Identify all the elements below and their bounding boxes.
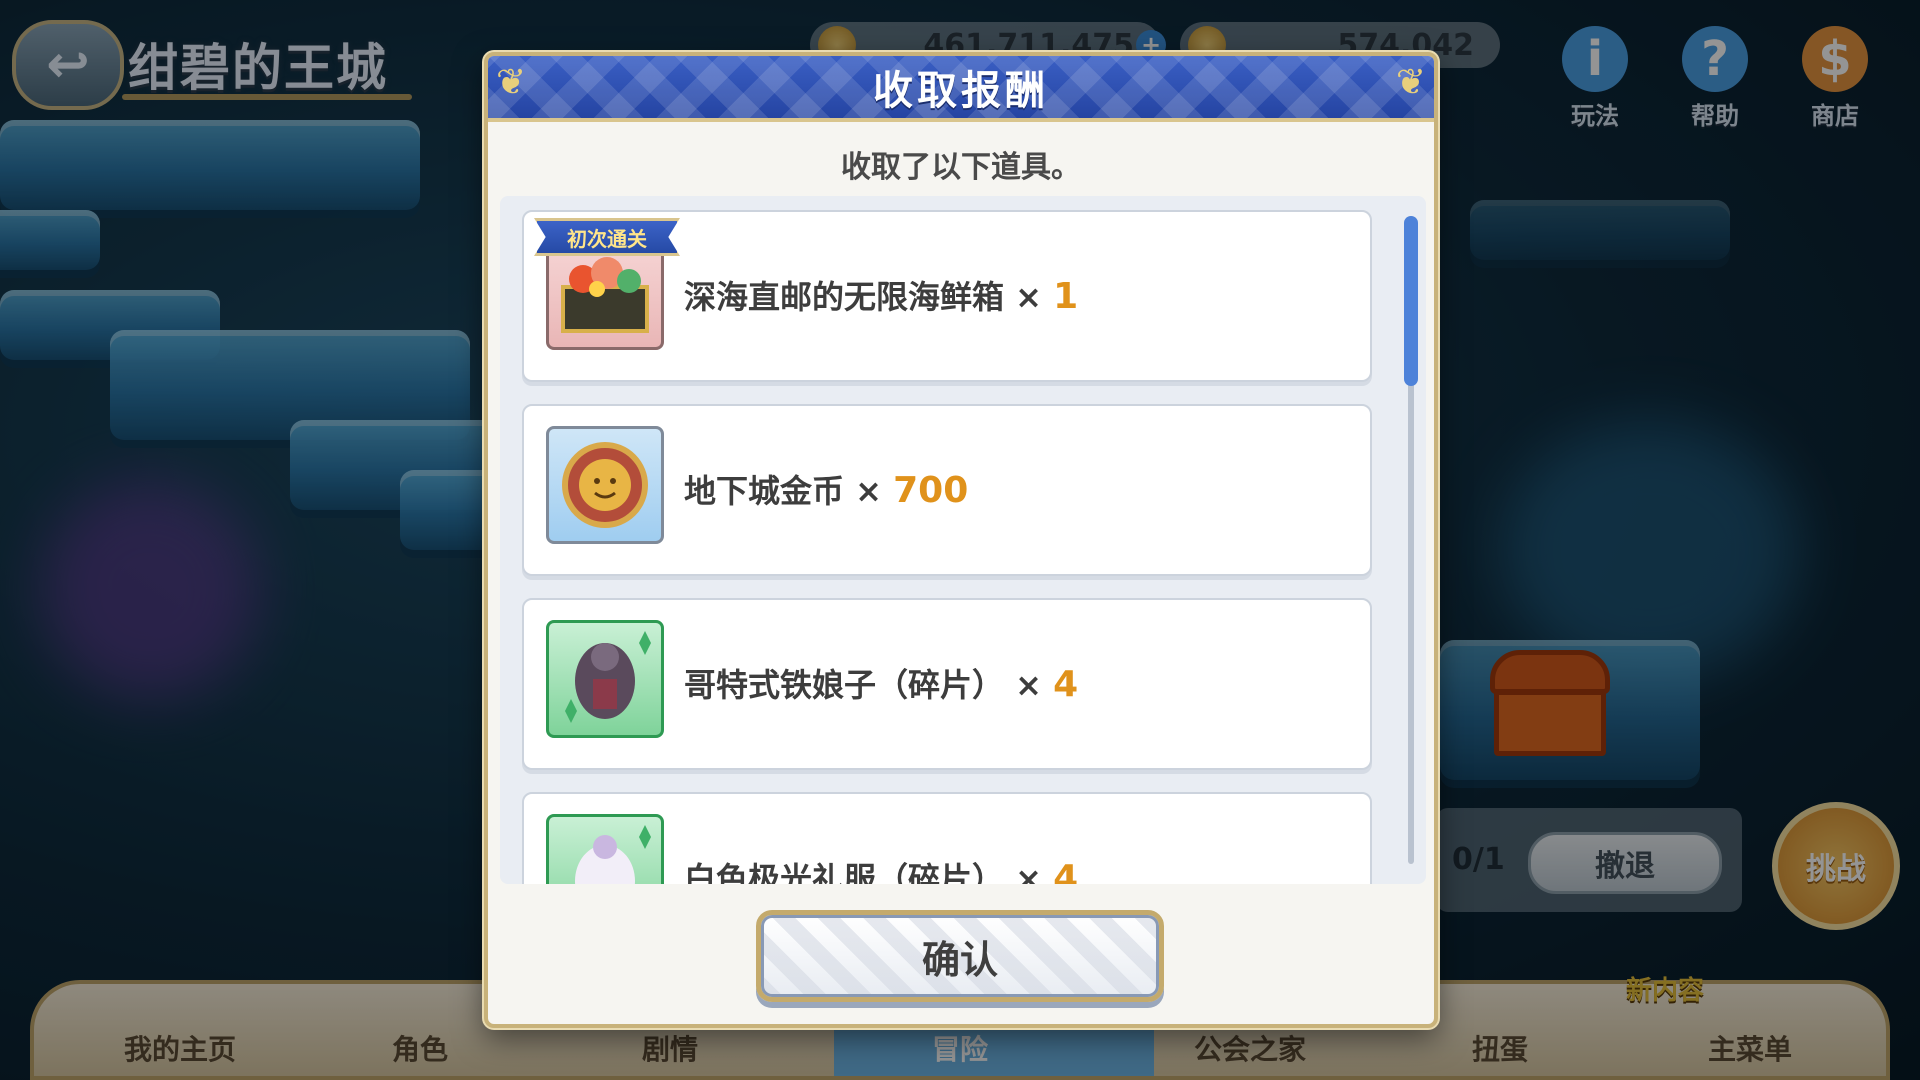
item-name: 哥特式铁娘子（碎片） <box>684 666 1005 704</box>
dialog-header: ❦ 收取报酬 ❦ <box>488 56 1434 122</box>
item-name-line: 深海直邮的无限海鲜箱 × 1 <box>684 272 1078 318</box>
reward-item: 哥特式铁娘子（碎片） × 4 <box>522 598 1372 770</box>
item-quantity: 700 <box>893 470 969 511</box>
white-dress-fragment-icon <box>546 814 664 884</box>
corner-ornament-icon: ❦ <box>1395 62 1426 103</box>
reward-dialog: ❦ 收取报酬 ❦ 收取了以下道具。 初次通关 深海直邮的无限海鲜箱 × 1 地下… <box>484 52 1438 1028</box>
item-name-line: 哥特式铁娘子（碎片） × 4 <box>684 660 1078 706</box>
dialog-title: 收取报酬 <box>873 68 1049 114</box>
confirm-button[interactable]: 确认 <box>756 910 1164 1002</box>
dungeon-coin-icon <box>546 426 664 544</box>
item-quantity: 4 <box>1053 664 1079 705</box>
item-name: 地下城金币 <box>684 472 845 510</box>
reward-list[interactable]: 初次通关 深海直邮的无限海鲜箱 × 1 地下城金币 × 700 哥特式铁娘子（碎… <box>500 196 1426 884</box>
item-name-line: 地下城金币 × 700 <box>684 466 968 512</box>
item-quantity: 4 <box>1053 858 1079 884</box>
item-times: × <box>1015 666 1042 704</box>
item-name: 深海直邮的无限海鲜箱 <box>684 278 1005 316</box>
reward-item: 白色极光礼服（碎片） × 4 <box>522 792 1372 884</box>
reward-item: 地下城金币 × 700 <box>522 404 1372 576</box>
item-name: 白色极光礼服（碎片） <box>684 860 1005 884</box>
scrollbar-thumb[interactable] <box>1404 216 1418 386</box>
gothic-armor-fragment-icon <box>546 620 664 738</box>
item-times: × <box>1015 860 1042 884</box>
item-name-line: 白色极光礼服（碎片） × 4 <box>684 854 1078 884</box>
reward-item: 初次通关 深海直邮的无限海鲜箱 × 1 <box>522 210 1372 382</box>
item-times: × <box>855 472 882 510</box>
dialog-subtitle: 收取了以下道具。 <box>841 150 1081 185</box>
item-quantity: 1 <box>1053 276 1079 317</box>
corner-ornament-icon: ❦ <box>496 62 527 103</box>
item-times: × <box>1015 278 1042 316</box>
first-clear-badge: 初次通关 <box>534 218 680 256</box>
